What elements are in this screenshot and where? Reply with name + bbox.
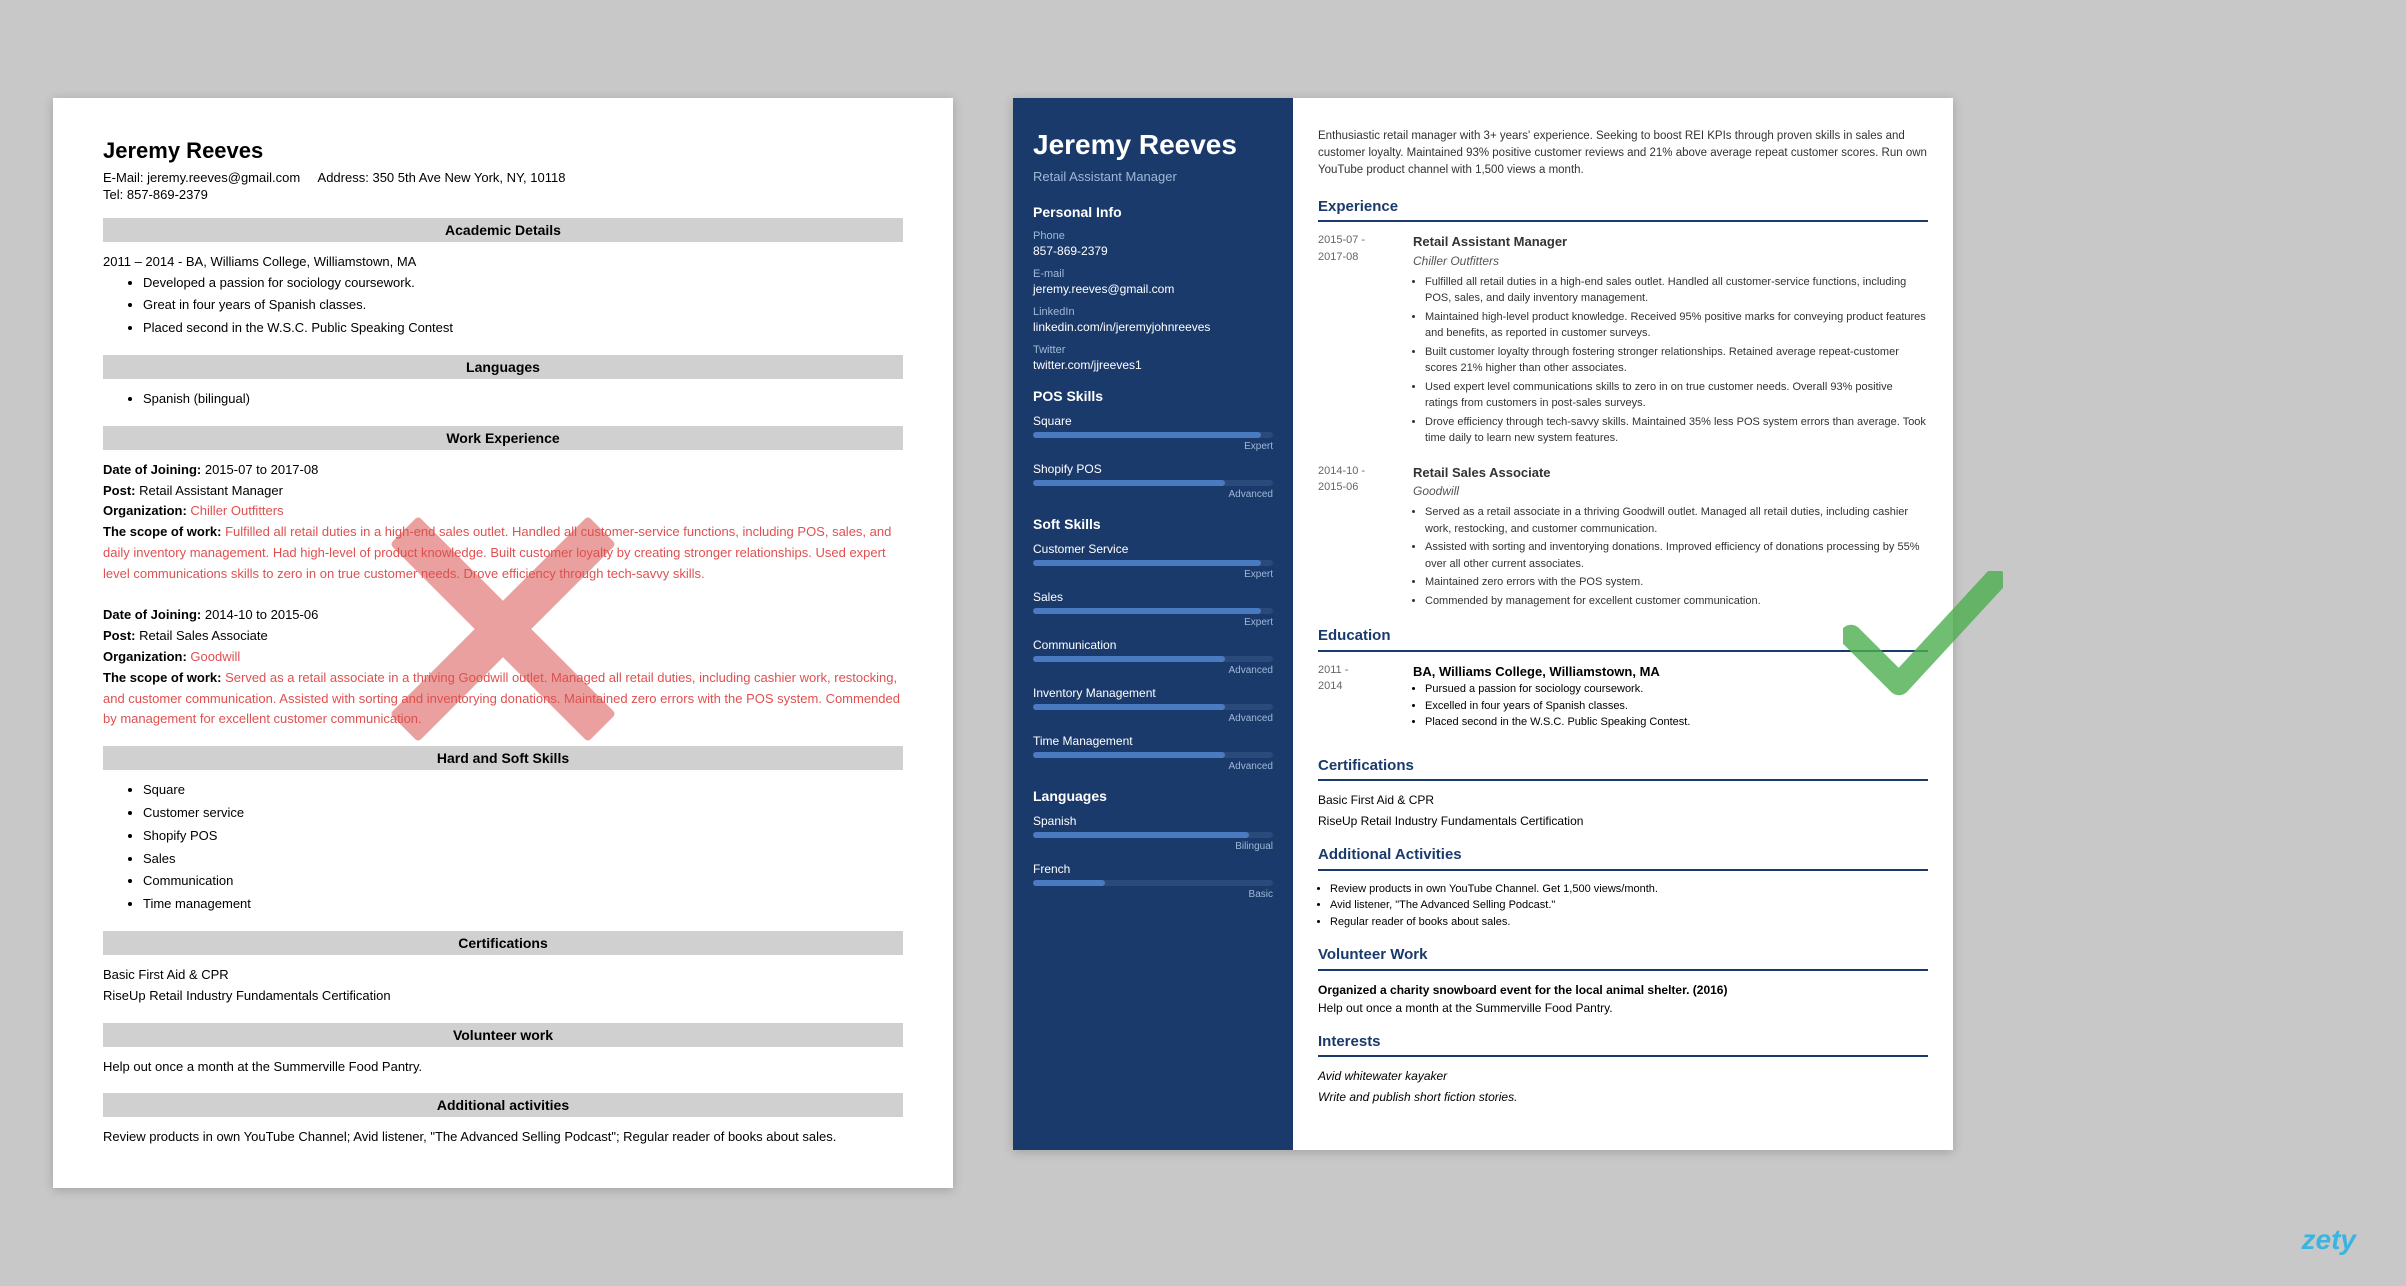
good-resume: Jeremy Reeves Retail Assistant Manager P…	[1013, 98, 1953, 1150]
academic-bullets: Developed a passion for sociology course…	[143, 273, 903, 339]
checkmark-icon	[1843, 571, 2003, 701]
additional-bullets: Review products in own YouTube Channel. …	[1330, 881, 1928, 931]
address-label: Address:	[318, 170, 369, 185]
certs-title: Certifications	[1318, 755, 1928, 782]
job1-bullets: Fulfilled all retail duties in a high-en…	[1425, 274, 1928, 447]
volunteer-header: Volunteer work	[103, 1023, 903, 1047]
skill-square: Square Expert	[1033, 414, 1273, 452]
soft-skills-title: Soft Skills	[1033, 516, 1273, 532]
volunteer-title: Volunteer Work	[1318, 944, 1928, 971]
skills-list: Square Customer service Shopify POS Sale…	[143, 780, 903, 915]
twitter-value: twitter.com/jjreeves1	[1033, 358, 1273, 372]
volunteer-text: Help out once a month at the Summerville…	[1318, 999, 1928, 1017]
additional-header: Additional activities	[103, 1093, 903, 1117]
sidebar-title: Retail Assistant Manager	[1033, 169, 1273, 184]
additional-title: Additional Activities	[1318, 844, 1928, 871]
cert1: Basic First Aid & CPR	[103, 965, 903, 986]
skill-time-mgmt: Time Management Advanced	[1033, 734, 1273, 772]
certs-content: Basic First Aid & CPR RiseUp Retail Indu…	[103, 965, 903, 1007]
skill-3: Shopify POS	[143, 826, 903, 847]
phone-value: 857-869-2379	[1033, 244, 1273, 258]
volunteer-content: Help out once a month at the Summerville…	[103, 1057, 903, 1078]
work-header: Work Experience	[103, 426, 903, 450]
experience-title: Experience	[1318, 196, 1928, 223]
good-sidebar: Jeremy Reeves Retail Assistant Manager P…	[1013, 98, 1293, 1150]
sidebar-name: Jeremy Reeves	[1033, 128, 1273, 162]
skill-4: Sales	[143, 849, 903, 870]
lang-french: French Basic	[1033, 862, 1273, 900]
academic-bullet-1: Developed a passion for sociology course…	[143, 273, 903, 294]
education-title: Education	[1318, 625, 1928, 652]
address-value: 350 5th Ave New York, NY, 10118	[372, 170, 565, 185]
bad-tel-line: Tel: 857-869-2379	[103, 187, 903, 202]
twitter-label: Twitter	[1033, 344, 1273, 356]
education-section: Education 2011 -2014 BA, Williams Colleg…	[1318, 625, 1928, 741]
academic-content: 2011 – 2014 - BA, Williams College, Will…	[103, 252, 903, 339]
academic-header: Academic Details	[103, 218, 903, 242]
lang-spanish: Spanish Bilingual	[1033, 814, 1273, 852]
skill-2: Customer service	[143, 803, 903, 824]
skill-inventory: Inventory Management Advanced	[1033, 686, 1273, 724]
skill-6: Time management	[143, 894, 903, 915]
phone-label: Phone	[1033, 230, 1273, 242]
additional-section: Additional Activities Review products in…	[1318, 844, 1928, 930]
interests-title: Interests	[1318, 1031, 1928, 1058]
skill-communication: Communication Advanced	[1033, 638, 1273, 676]
experience-section: Experience 2015-07 -2017-08 Retail Assis…	[1318, 196, 1928, 612]
summary: Enthusiastic retail manager with 3+ year…	[1318, 128, 1928, 180]
zety-logo: zety	[2302, 1224, 2356, 1256]
email-label-sidebar: E-mail	[1033, 268, 1273, 280]
additional-content: Review products in own YouTube Channel; …	[103, 1127, 903, 1148]
linkedin-value: linkedin.com/in/jeremyjohnreeves	[1033, 320, 1273, 334]
linkedin-label: LinkedIn	[1033, 306, 1273, 318]
interests-section: Interests Avid whitewater kayaker Write …	[1318, 1031, 1928, 1107]
tel-value: 857-869-2379	[127, 187, 208, 202]
job2-entry: 2014-10 -2015-06 Retail Sales Associate …	[1318, 463, 1928, 612]
email-value: jeremy.reeves@gmail.com	[147, 170, 300, 185]
certs-header: Certifications	[103, 931, 903, 955]
email-label: E-Mail:	[103, 170, 143, 185]
bad-email-line: E-Mail: jeremy.reeves@gmail.com Address:…	[103, 170, 903, 185]
languages-title: Languages	[1033, 788, 1273, 804]
academic-bullet-3: Placed second in the W.S.C. Public Speak…	[143, 318, 903, 339]
skill-sales: Sales Expert	[1033, 590, 1273, 628]
language-item: Spanish (bilingual)	[143, 389, 903, 410]
academic-bullet-2: Great in four years of Spanish classes.	[143, 295, 903, 316]
email-value-sidebar: jeremy.reeves@gmail.com	[1033, 282, 1273, 296]
tel-label: Tel:	[103, 187, 123, 202]
bad-name: Jeremy Reeves	[103, 138, 903, 164]
languages-header: Languages	[103, 355, 903, 379]
skill-5: Communication	[143, 871, 903, 892]
certs-section: Certifications Basic First Aid & CPR Ris…	[1318, 755, 1928, 831]
bad-resume: Jeremy Reeves E-Mail: jeremy.reeves@gmai…	[53, 98, 953, 1188]
skills-content: Square Customer service Shopify POS Sale…	[103, 780, 903, 915]
skill-customer-service: Customer Service Expert	[1033, 542, 1273, 580]
skill-1: Square	[143, 780, 903, 801]
job1-entry: 2015-07 -2017-08 Retail Assistant Manage…	[1318, 232, 1928, 449]
pos-skills-title: POS Skills	[1033, 388, 1273, 404]
personal-info-title: Personal Info	[1033, 204, 1273, 220]
cert2: RiseUp Retail Industry Fundamentals Cert…	[103, 986, 903, 1007]
good-check-overlay	[1843, 571, 2003, 701]
volunteer-section: Volunteer Work Organized a charity snowb…	[1318, 944, 1928, 1017]
bad-x-overlay	[363, 489, 643, 769]
languages-content: Spanish (bilingual)	[103, 389, 903, 410]
x-mark-icon	[363, 489, 643, 769]
skill-shopify: Shopify POS Advanced	[1033, 462, 1273, 500]
